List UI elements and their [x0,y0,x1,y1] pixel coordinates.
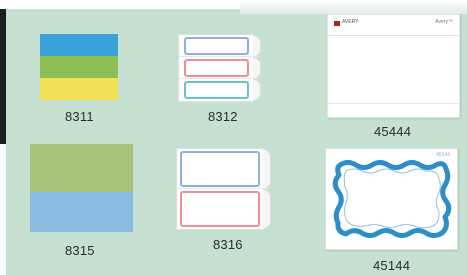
divider [177,188,269,189]
blue-label [40,34,118,56]
sheet-tab [263,189,271,229]
blue-label [30,192,133,232]
corner-text: Avery™ [435,19,453,25]
product-8312-caption: 8312 [208,109,238,124]
divider [179,56,259,57]
product-8315-caption: 8315 [65,243,95,258]
product-8311-swatch[interactable] [40,34,118,100]
blue-border-label [180,151,260,187]
left-edge-lower [0,144,6,275]
divider [179,78,259,79]
product-45144-sheet[interactable]: 45144 [325,148,458,250]
green-label [40,56,118,78]
product-8312-sheet[interactable] [178,34,262,102]
sheet-tab [253,79,261,101]
yellow-label [40,78,118,100]
sheet-tab [253,57,261,79]
teal-border-label [184,81,249,99]
blue-border-label [184,37,249,55]
sheet-tab [263,149,271,189]
divider [328,103,459,104]
product-8316-sheet[interactable] [176,148,272,230]
divider [328,35,459,36]
product-45444-sheet[interactable]: AVERY Avery™ [327,14,460,118]
product-8316-caption: 8316 [213,237,243,252]
wavy-border-icon [332,160,452,238]
avery-logo-icon [334,21,340,26]
sheet-tab [253,35,261,57]
product-8311-caption: 8311 [65,109,94,124]
left-edge [0,9,6,144]
green-label [30,144,133,192]
product-45444-caption: 45444 [374,124,412,139]
red-border-label [180,191,260,227]
product-45144-caption: 45144 [373,258,411,273]
brand-text: AVERY [342,19,359,25]
top-sheen [240,0,467,14]
red-border-label [184,59,249,77]
product-8315-swatch[interactable] [30,144,133,232]
